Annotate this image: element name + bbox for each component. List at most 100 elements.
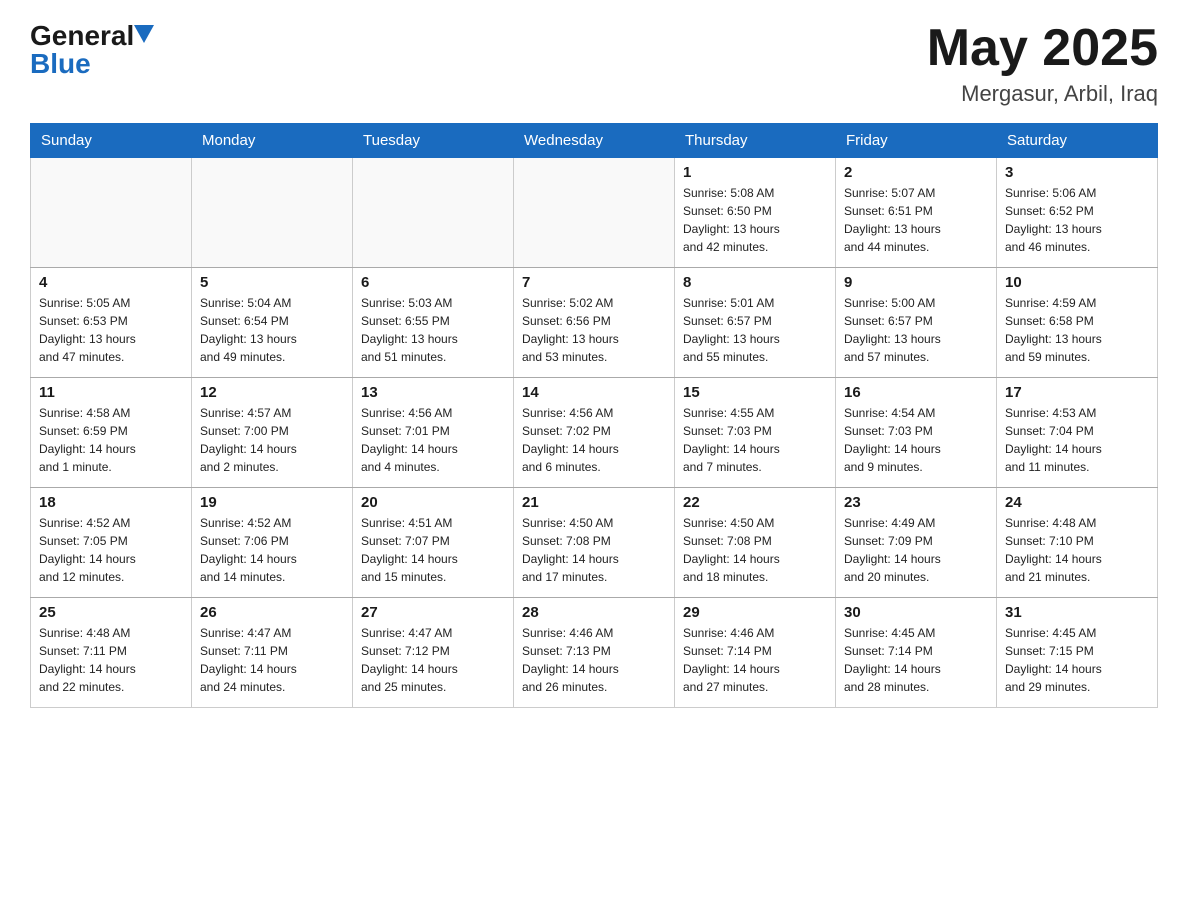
calendar-cell xyxy=(31,158,192,268)
day-number: 27 xyxy=(361,604,505,621)
calendar-cell: 3Sunrise: 5:06 AM Sunset: 6:52 PM Daylig… xyxy=(997,158,1158,268)
logo-blue-text: Blue xyxy=(30,48,91,80)
day-number: 9 xyxy=(844,274,988,291)
calendar-cell xyxy=(514,158,675,268)
calendar-cell: 15 Sunrise: 4:55 AM Sunset: 7:03 PM Dayli… xyxy=(675,378,836,488)
logo-triangle-icon xyxy=(134,25,154,43)
day-number: 16 xyxy=(844,384,988,401)
day-info: Sunrise: 4:51 AM Sunset: 7:07 PM Dayligh… xyxy=(361,514,505,586)
day-number: 24 xyxy=(1005,494,1149,511)
weekday-header-sunday: Sunday xyxy=(31,124,192,158)
day-info: Sunrise: 5:02 AM Sunset: 6:56 PM Dayligh… xyxy=(522,294,666,366)
day-number: 4 xyxy=(39,274,183,291)
calendar-cell: 28 Sunrise: 4:46 AM Sunset: 7:13 PM Dayli… xyxy=(514,598,675,708)
title-block: May 2025 Mergasur, Arbil, Iraq xyxy=(927,20,1158,107)
calendar-cell: 21Sunrise: 4:50 AM Sunset: 7:08 PM Dayli… xyxy=(514,488,675,598)
day-number: 18 xyxy=(39,494,183,511)
day-info: Sunrise: 4:45 AM Sunset: 7:14 PM Dayligh… xyxy=(844,624,988,696)
day-number: 12 xyxy=(200,384,344,401)
day-number: 15 xyxy=(683,384,827,401)
calendar-cell: 13 Sunrise: 4:56 AM Sunset: 7:01 PM Dayli… xyxy=(353,378,514,488)
day-info: Sunrise: 4:45 AM Sunset: 7:15 PM Dayligh… xyxy=(1005,624,1149,696)
calendar-cell: 18Sunrise: 4:52 AM Sunset: 7:05 PM Dayli… xyxy=(31,488,192,598)
calendar-cell: 27 Sunrise: 4:47 AM Sunset: 7:12 PM Dayli… xyxy=(353,598,514,708)
calendar-week-row: 4 Sunrise: 5:05 AM Sunset: 6:53 PM Daylig… xyxy=(31,268,1158,378)
day-info: Sunrise: 4:58 AM Sunset: 6:59 PM Dayligh… xyxy=(39,404,183,476)
calendar-cell: 23 Sunrise: 4:49 AM Sunset: 7:09 PM Dayli… xyxy=(836,488,997,598)
calendar-cell: 7 Sunrise: 5:02 AM Sunset: 6:56 PM Daylig… xyxy=(514,268,675,378)
calendar-cell: 11 Sunrise: 4:58 AM Sunset: 6:59 PM Dayli… xyxy=(31,378,192,488)
calendar-cell: 30 Sunrise: 4:45 AM Sunset: 7:14 PM Dayli… xyxy=(836,598,997,708)
calendar-cell: 25 Sunrise: 4:48 AM Sunset: 7:11 PM Dayli… xyxy=(31,598,192,708)
day-number: 5 xyxy=(200,274,344,291)
day-info: Sunrise: 5:01 AM Sunset: 6:57 PM Dayligh… xyxy=(683,294,827,366)
day-number: 23 xyxy=(844,494,988,511)
day-number: 10 xyxy=(1005,274,1149,291)
day-number: 11 xyxy=(39,384,183,401)
calendar-cell xyxy=(353,158,514,268)
calendar-cell: 19 Sunrise: 4:52 AM Sunset: 7:06 PM Dayli… xyxy=(192,488,353,598)
calendar-cell: 9Sunrise: 5:00 AM Sunset: 6:57 PM Daylig… xyxy=(836,268,997,378)
weekday-header-wednesday: Wednesday xyxy=(514,124,675,158)
day-info: Sunrise: 5:05 AM Sunset: 6:53 PM Dayligh… xyxy=(39,294,183,366)
day-info: Sunrise: 5:08 AM Sunset: 6:50 PM Dayligh… xyxy=(683,184,827,256)
logo: General Blue xyxy=(30,20,154,80)
day-info: Sunrise: 4:56 AM Sunset: 7:01 PM Dayligh… xyxy=(361,404,505,476)
calendar-cell: 26 Sunrise: 4:47 AM Sunset: 7:11 PM Dayli… xyxy=(192,598,353,708)
day-number: 22 xyxy=(683,494,827,511)
day-info: Sunrise: 5:03 AM Sunset: 6:55 PM Dayligh… xyxy=(361,294,505,366)
calendar-cell: 22Sunrise: 4:50 AM Sunset: 7:08 PM Dayli… xyxy=(675,488,836,598)
day-number: 8 xyxy=(683,274,827,291)
day-number: 25 xyxy=(39,604,183,621)
calendar-week-row: 1 Sunrise: 5:08 AM Sunset: 6:50 PM Daylig… xyxy=(31,158,1158,268)
day-number: 3 xyxy=(1005,164,1149,181)
day-number: 31 xyxy=(1005,604,1149,621)
day-info: Sunrise: 4:52 AM Sunset: 7:06 PM Dayligh… xyxy=(200,514,344,586)
weekday-header-tuesday: Tuesday xyxy=(353,124,514,158)
calendar-cell: 10 Sunrise: 4:59 AM Sunset: 6:58 PM Dayli… xyxy=(997,268,1158,378)
calendar-title: May 2025 xyxy=(927,20,1158,77)
day-info: Sunrise: 4:48 AM Sunset: 7:10 PM Dayligh… xyxy=(1005,514,1149,586)
calendar-cell: 16 Sunrise: 4:54 AM Sunset: 7:03 PM Dayli… xyxy=(836,378,997,488)
calendar-table: SundayMondayTuesdayWednesdayThursdayFrid… xyxy=(30,123,1158,708)
day-info: Sunrise: 4:55 AM Sunset: 7:03 PM Dayligh… xyxy=(683,404,827,476)
calendar-cell: 4 Sunrise: 5:05 AM Sunset: 6:53 PM Daylig… xyxy=(31,268,192,378)
calendar-cell: 6 Sunrise: 5:03 AM Sunset: 6:55 PM Daylig… xyxy=(353,268,514,378)
day-number: 2 xyxy=(844,164,988,181)
calendar-cell: 12 Sunrise: 4:57 AM Sunset: 7:00 PM Dayli… xyxy=(192,378,353,488)
day-info: Sunrise: 4:47 AM Sunset: 7:11 PM Dayligh… xyxy=(200,624,344,696)
day-info: Sunrise: 4:59 AM Sunset: 6:58 PM Dayligh… xyxy=(1005,294,1149,366)
weekday-header-thursday: Thursday xyxy=(675,124,836,158)
calendar-cell: 8 Sunrise: 5:01 AM Sunset: 6:57 PM Daylig… xyxy=(675,268,836,378)
day-number: 26 xyxy=(200,604,344,621)
day-number: 19 xyxy=(200,494,344,511)
calendar-cell: 24 Sunrise: 4:48 AM Sunset: 7:10 PM Dayli… xyxy=(997,488,1158,598)
day-info: Sunrise: 4:57 AM Sunset: 7:00 PM Dayligh… xyxy=(200,404,344,476)
day-number: 6 xyxy=(361,274,505,291)
page-header: General Blue May 2025 Mergasur, Arbil, I… xyxy=(30,20,1158,107)
day-info: Sunrise: 4:49 AM Sunset: 7:09 PM Dayligh… xyxy=(844,514,988,586)
day-number: 21 xyxy=(522,494,666,511)
day-number: 1 xyxy=(683,164,827,181)
day-info: Sunrise: 4:47 AM Sunset: 7:12 PM Dayligh… xyxy=(361,624,505,696)
weekday-header-row: SundayMondayTuesdayWednesdayThursdayFrid… xyxy=(31,124,1158,158)
calendar-cell: 29 Sunrise: 4:46 AM Sunset: 7:14 PM Dayli… xyxy=(675,598,836,708)
calendar-cell: 31 Sunrise: 4:45 AM Sunset: 7:15 PM Dayli… xyxy=(997,598,1158,708)
day-number: 14 xyxy=(522,384,666,401)
day-info: Sunrise: 4:46 AM Sunset: 7:13 PM Dayligh… xyxy=(522,624,666,696)
day-number: 30 xyxy=(844,604,988,621)
day-info: Sunrise: 5:04 AM Sunset: 6:54 PM Dayligh… xyxy=(200,294,344,366)
day-info: Sunrise: 4:46 AM Sunset: 7:14 PM Dayligh… xyxy=(683,624,827,696)
day-number: 28 xyxy=(522,604,666,621)
day-number: 29 xyxy=(683,604,827,621)
day-number: 7 xyxy=(522,274,666,291)
day-info: Sunrise: 4:48 AM Sunset: 7:11 PM Dayligh… xyxy=(39,624,183,696)
day-info: Sunrise: 4:54 AM Sunset: 7:03 PM Dayligh… xyxy=(844,404,988,476)
weekday-header-saturday: Saturday xyxy=(997,124,1158,158)
calendar-cell: 14Sunrise: 4:56 AM Sunset: 7:02 PM Dayli… xyxy=(514,378,675,488)
calendar-week-row: 25 Sunrise: 4:48 AM Sunset: 7:11 PM Dayli… xyxy=(31,598,1158,708)
day-info: Sunrise: 4:53 AM Sunset: 7:04 PM Dayligh… xyxy=(1005,404,1149,476)
day-number: 13 xyxy=(361,384,505,401)
day-number: 20 xyxy=(361,494,505,511)
day-info: Sunrise: 5:07 AM Sunset: 6:51 PM Dayligh… xyxy=(844,184,988,256)
